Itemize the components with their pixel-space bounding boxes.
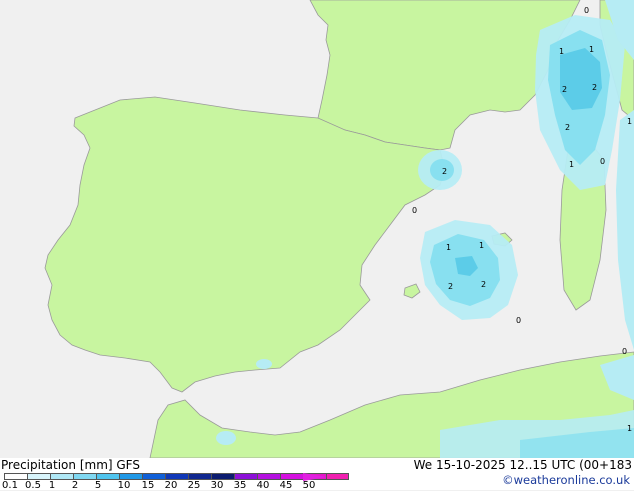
- scale-swatch: [326, 473, 349, 480]
- scale-swatch: [257, 473, 280, 480]
- scale-swatch: [96, 473, 119, 480]
- scale-swatch: [165, 473, 188, 480]
- map-footer: Precipitation [mm] GFS We 15-10-2025 12.…: [0, 458, 634, 491]
- contour-label: 1: [589, 45, 594, 54]
- contour-label: 0: [622, 347, 627, 356]
- contour-label: 0: [516, 316, 521, 325]
- contour-label: 0: [584, 6, 589, 15]
- contour-label: 0: [412, 206, 417, 215]
- contour-label: 1: [559, 47, 564, 56]
- scale-swatch: [4, 473, 27, 480]
- valid-time: We 15-10-2025 12..15 UTC (00+183: [413, 458, 632, 472]
- contour-label: 2: [442, 167, 447, 176]
- scale-swatch: [50, 473, 73, 480]
- contour-label: 2: [565, 123, 570, 132]
- credit-link[interactable]: ©weatheronline.co.uk: [502, 473, 630, 487]
- contour-label: 1: [627, 117, 632, 126]
- contour-label: 2: [481, 280, 486, 289]
- precip-area-gulf-of-lion: [418, 150, 462, 190]
- scale-swatch: [188, 473, 211, 480]
- scale-swatch: [27, 473, 50, 480]
- scale-swatch: [73, 473, 96, 480]
- contour-label: 1: [446, 243, 451, 252]
- contour-label: 2: [448, 282, 453, 291]
- scale-swatch: [280, 473, 303, 480]
- scale-swatch: [142, 473, 165, 480]
- map-title: Precipitation [mm] GFS: [1, 458, 140, 472]
- contour-label: 2: [562, 85, 567, 94]
- contour-label: 1: [569, 160, 574, 169]
- contour-label: 1: [479, 241, 484, 250]
- contour-label: 1: [627, 424, 632, 433]
- contour-label: 2: [592, 83, 597, 92]
- scale-swatch: [234, 473, 257, 480]
- scale-swatch: [119, 473, 142, 480]
- weather-map: 0 1 1 2 2 2 1 0 1 2 0 1 1 2 2 0 0 1: [0, 0, 634, 458]
- scale-swatch: [211, 473, 234, 480]
- precipitation-map: 0 1 1 2 2 2 1 0 1 2 0 1 1 2 2 0 0 1: [0, 0, 634, 458]
- contour-label: 0: [600, 157, 605, 166]
